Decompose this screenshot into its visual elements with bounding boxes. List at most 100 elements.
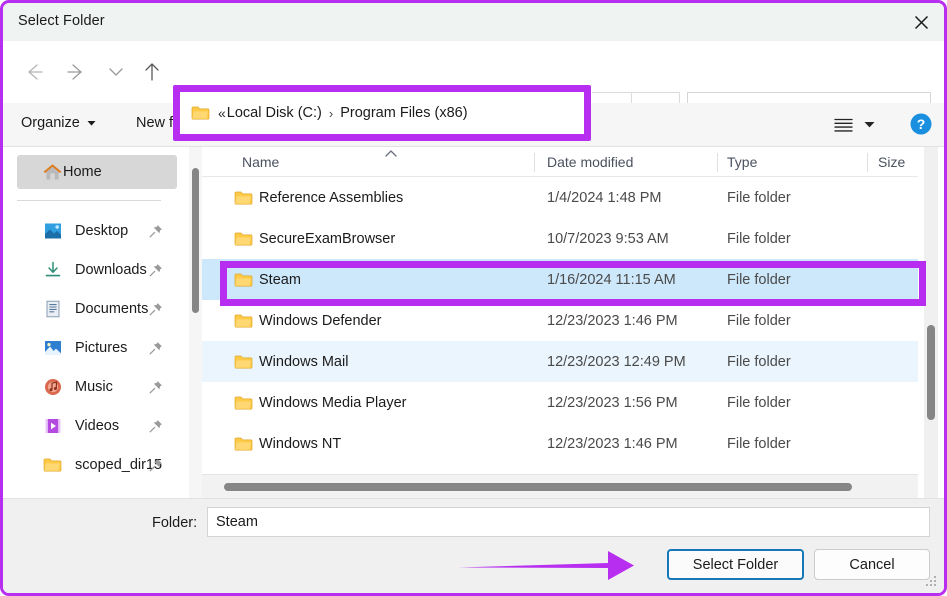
- close-button[interactable]: [898, 3, 944, 41]
- file-list-scrollbar-thumb[interactable]: [927, 325, 935, 420]
- breadcrumb-local-disk[interactable]: Local Disk (C:): [227, 105, 322, 121]
- pin-icon[interactable]: [149, 458, 163, 472]
- file-type: File folder: [727, 312, 791, 329]
- sort-ascending-icon: [384, 147, 398, 157]
- chevron-down-icon: [109, 68, 123, 76]
- table-row[interactable]: Windows NT 12/23/2023 1:46 PM File folde…: [202, 423, 918, 464]
- resize-grip[interactable]: [926, 576, 938, 588]
- file-type: File folder: [727, 353, 791, 370]
- pin-icon[interactable]: [149, 341, 163, 355]
- pin-icon[interactable]: [149, 302, 163, 316]
- column-header-size[interactable]: Size: [878, 154, 905, 170]
- sidebar-item-label: Home: [63, 164, 102, 180]
- downloads-icon: [43, 260, 62, 279]
- folder-icon: [43, 455, 62, 474]
- table-row-selected[interactable]: Steam 1/16/2024 11:15 AM File folder: [202, 259, 918, 300]
- file-name: SecureExamBrowser: [259, 230, 396, 247]
- file-date: 12/23/2023 1:56 PM: [547, 394, 678, 411]
- file-date: 12/23/2023 1:46 PM: [547, 312, 678, 329]
- column-divider: [534, 153, 535, 172]
- file-date: 1/16/2024 11:15 AM: [547, 271, 676, 288]
- sidebar-item-music[interactable]: Music: [3, 367, 187, 406]
- cancel-button[interactable]: Cancel: [814, 549, 930, 580]
- folder-icon: [234, 313, 253, 329]
- organize-button[interactable]: Organize: [21, 115, 96, 131]
- sidebar-item-pictures[interactable]: Pictures: [3, 328, 187, 367]
- view-options-caret[interactable]: [861, 117, 877, 133]
- arrow-right-icon: [67, 64, 82, 80]
- sidebar-item-label: Pictures: [75, 339, 128, 356]
- sidebar-scrollbar-thumb[interactable]: [192, 168, 199, 313]
- pin-icon[interactable]: [149, 263, 163, 277]
- file-name: Windows Defender: [259, 312, 382, 329]
- view-options-button[interactable]: [829, 113, 857, 137]
- recent-locations-button[interactable]: [99, 55, 133, 89]
- sidebar-item-scoped-dir[interactable]: scoped_dir15: [3, 445, 187, 484]
- file-name: Windows Mail: [259, 353, 349, 370]
- sidebar-scrollbar[interactable]: [189, 147, 202, 498]
- table-row[interactable]: Windows Mail 12/23/2023 12:49 PM File fo…: [202, 341, 918, 382]
- file-list-vertical-scrollbar[interactable]: [924, 147, 938, 498]
- file-list-hscrollbar-thumb[interactable]: [224, 483, 852, 491]
- navigation-sidebar[interactable]: Home Desktop Downloads Documents Picture…: [3, 147, 187, 498]
- column-divider: [717, 153, 718, 172]
- pictures-icon: [43, 338, 62, 357]
- help-button[interactable]: ?: [910, 113, 932, 135]
- arrow-left-icon: [28, 64, 43, 80]
- window-title: Select Folder: [18, 13, 105, 29]
- file-name: Reference Assemblies: [259, 189, 404, 206]
- table-row[interactable]: Windows Defender 12/23/2023 1:46 PM File…: [202, 300, 918, 341]
- file-type: File folder: [727, 189, 791, 206]
- sidebar-item-desktop[interactable]: Desktop: [3, 211, 187, 250]
- sidebar-item-label: Documents: [75, 300, 149, 317]
- svg-text:?: ?: [917, 116, 926, 132]
- sidebar-item-label: Downloads: [75, 261, 147, 278]
- table-row[interactable]: Windows Media Player 12/23/2023 1:56 PM …: [202, 382, 918, 423]
- table-row[interactable]: SecureExamBrowser 10/7/2023 9:53 AM File…: [202, 218, 918, 259]
- sidebar-item-downloads[interactable]: Downloads: [3, 250, 187, 289]
- documents-icon: [43, 299, 62, 318]
- pin-icon[interactable]: [149, 419, 163, 433]
- file-type: File folder: [727, 435, 791, 452]
- folder-icon: [234, 272, 253, 288]
- folder-icon: [234, 354, 253, 370]
- column-header-type[interactable]: Type: [727, 154, 757, 170]
- file-type: File folder: [727, 230, 791, 247]
- music-icon: [43, 377, 62, 396]
- sidebar-item-videos[interactable]: Videos: [3, 406, 187, 445]
- back-button[interactable]: [17, 55, 51, 89]
- file-date: 1/4/2024 1:48 PM: [547, 189, 662, 206]
- forward-button[interactable]: [59, 55, 93, 89]
- file-name: Steam: [259, 271, 301, 288]
- breadcrumb-program-files[interactable]: Program Files (x86): [340, 105, 467, 121]
- file-name: Windows NT: [259, 435, 342, 452]
- caret-down-icon: [87, 120, 96, 126]
- select-folder-dialog: Select Folder « Local Disk (C:) › Progra…: [0, 0, 947, 596]
- title-bar: Select Folder: [3, 3, 944, 41]
- help-icon: ?: [910, 113, 932, 135]
- caret-down-icon: [864, 122, 874, 128]
- column-header-name[interactable]: Name: [242, 154, 279, 170]
- address-bar[interactable]: « Local Disk (C:) › Program Files (x86): [180, 92, 584, 134]
- column-headers: Name Date modified Type Size: [202, 147, 918, 177]
- file-list-horizontal-scrollbar[interactable]: [202, 474, 918, 498]
- folder-name-input[interactable]: Steam: [207, 507, 930, 537]
- file-type: File folder: [727, 394, 791, 411]
- home-icon: [43, 163, 62, 182]
- column-header-date-modified[interactable]: Date modified: [547, 154, 633, 170]
- folder-icon: [234, 436, 253, 452]
- select-folder-button[interactable]: Select Folder: [667, 549, 804, 580]
- sidebar-item-documents[interactable]: Documents: [3, 289, 187, 328]
- pin-icon[interactable]: [149, 380, 163, 394]
- file-type: File folder: [727, 271, 791, 288]
- up-one-level-button[interactable]: [135, 55, 169, 89]
- table-row[interactable]: Reference Assemblies 1/4/2024 1:48 PM Fi…: [202, 177, 918, 218]
- file-date: 12/23/2023 12:49 PM: [547, 353, 686, 370]
- file-list[interactable]: Name Date modified Type Size Reference A…: [202, 147, 918, 498]
- folder-icon: [234, 190, 253, 206]
- address-overflow-indicator[interactable]: «: [218, 105, 226, 121]
- sidebar-item-label: Desktop: [75, 222, 129, 239]
- breadcrumb-separator: ›: [328, 105, 334, 121]
- sidebar-item-home[interactable]: Home: [17, 155, 177, 189]
- pin-icon[interactable]: [149, 224, 163, 238]
